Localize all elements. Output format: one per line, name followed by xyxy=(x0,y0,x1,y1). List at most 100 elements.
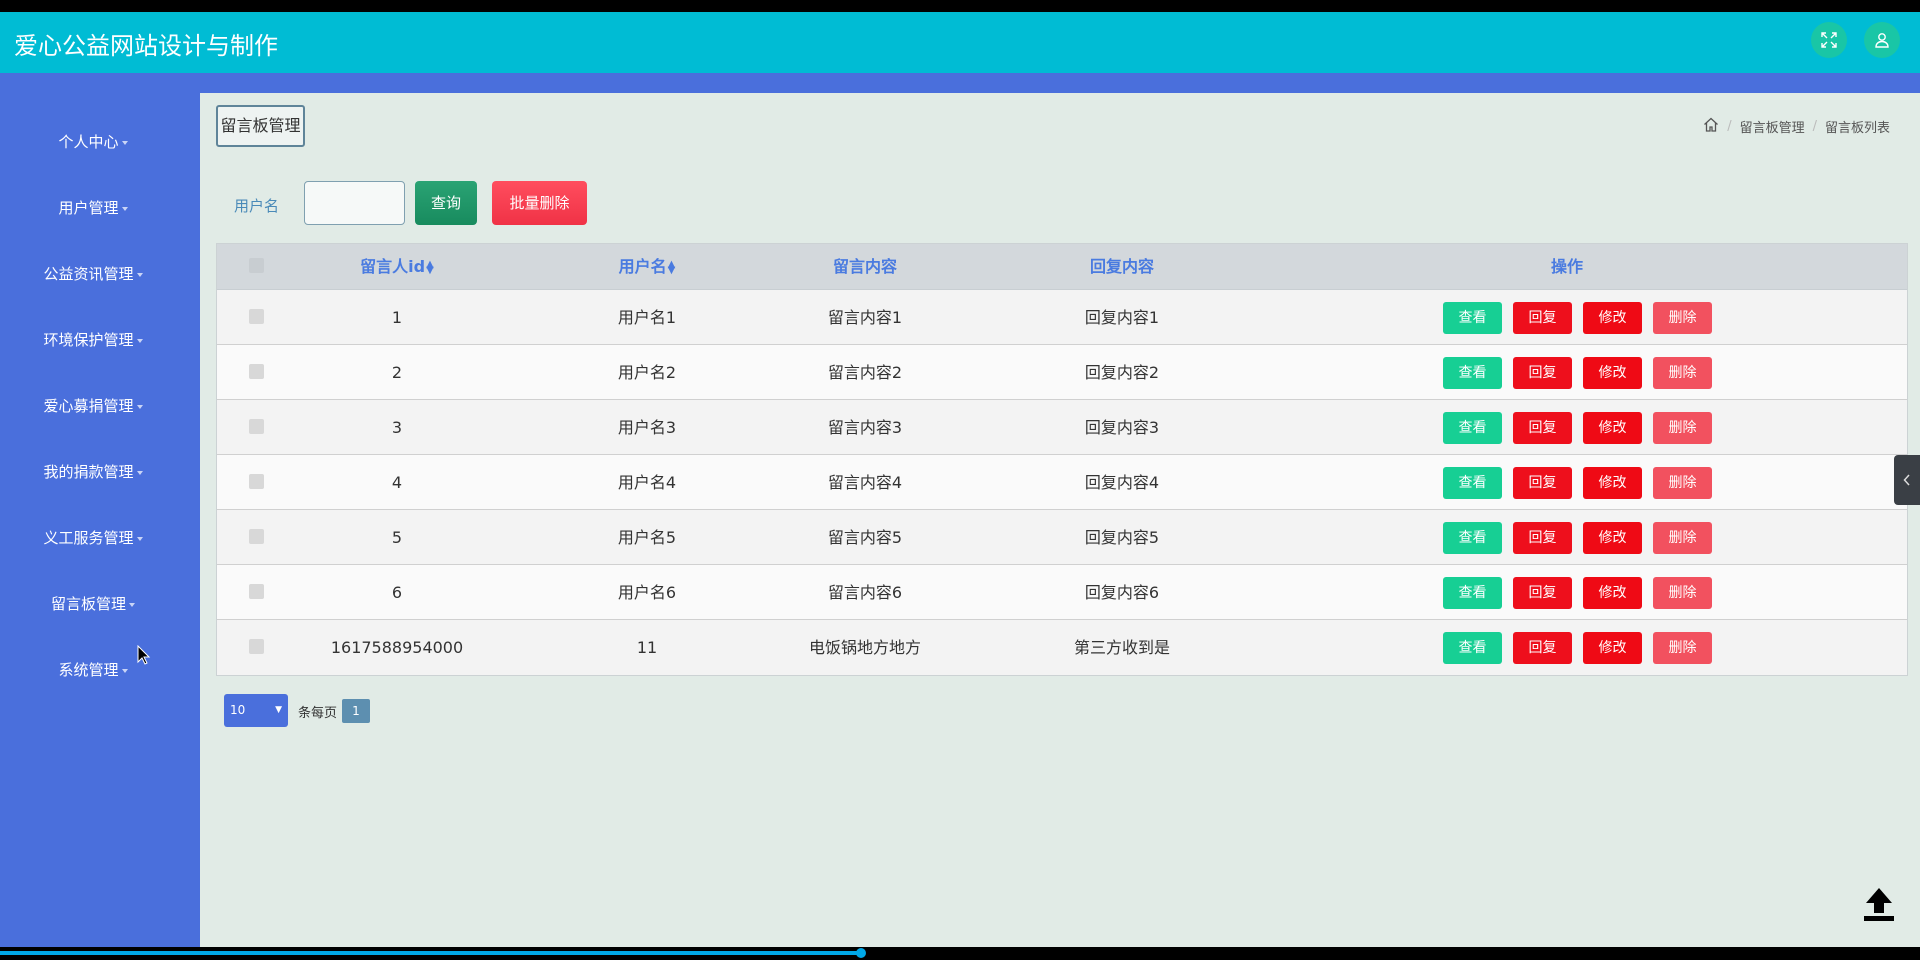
table-row: 3 用户名3 留言内容3 回复内容3 查看 回复 修改 删除 xyxy=(217,400,1907,455)
edit-button[interactable]: 修改 xyxy=(1583,357,1642,389)
edit-button[interactable]: 修改 xyxy=(1583,467,1642,499)
edit-button[interactable]: 修改 xyxy=(1583,302,1642,334)
sidebar-item-environment[interactable]: 环境保护管理 xyxy=(0,328,186,352)
cell-content: 留言内容4 xyxy=(827,473,903,492)
delete-button[interactable]: 删除 xyxy=(1653,577,1712,609)
edit-button[interactable]: 修改 xyxy=(1583,577,1642,609)
sort-icon[interactable]: ▲ ▼ xyxy=(668,259,676,275)
view-button[interactable]: 查看 xyxy=(1443,302,1502,334)
column-header-id[interactable]: 留言人id▲ ▼ xyxy=(347,244,447,290)
cell-reply: 回复内容4 xyxy=(1084,473,1160,492)
collapse-panel-toggle[interactable] xyxy=(1894,455,1920,505)
reply-button[interactable]: 回复 xyxy=(1513,632,1572,664)
row-checkbox[interactable] xyxy=(249,584,264,599)
table-row: 1617588954000 11 电饭锅地方地方 第三方收到是 查看 回复 修改 删除 xyxy=(217,620,1907,675)
sidebar-item-news[interactable]: 公益资讯管理 xyxy=(0,262,186,286)
row-checkbox[interactable] xyxy=(249,364,264,379)
row-checkbox[interactable] xyxy=(249,419,264,434)
sidebar-item-my-donations[interactable]: 我的捐款管理 xyxy=(0,460,186,484)
column-header-actions: 操作 xyxy=(1550,257,1583,276)
app-title: 爱心公益网站设计与制作 xyxy=(14,32,278,60)
cell-id: 3 xyxy=(391,418,403,437)
edit-button[interactable]: 修改 xyxy=(1583,632,1642,664)
view-button[interactable]: 查看 xyxy=(1443,357,1502,389)
cell-id: 4 xyxy=(391,473,403,492)
cell-id: 5 xyxy=(391,528,403,547)
cell-content: 电饭锅地方地方 xyxy=(808,638,921,657)
sidebar: 个人中心 用户管理 公益资讯管理 环境保护管理 爱心募捐管理 我的捐款管理 义工… xyxy=(0,93,200,947)
per-page-label: 条每页 xyxy=(298,706,338,721)
sidebar-item-message-board[interactable]: 留言板管理 xyxy=(0,592,186,616)
caret-down-icon: ▼ xyxy=(275,705,282,715)
delete-button[interactable]: 删除 xyxy=(1653,302,1712,334)
reply-button[interactable]: 回复 xyxy=(1513,577,1572,609)
column-header-username[interactable]: 用户名▲ ▼ xyxy=(597,244,697,290)
back-to-top-icon[interactable] xyxy=(1860,884,1898,924)
delete-button[interactable]: 删除 xyxy=(1653,357,1712,389)
view-button[interactable]: 查看 xyxy=(1443,467,1502,499)
chevron-down-icon xyxy=(136,272,143,277)
sidebar-item-fundraising[interactable]: 爱心募捐管理 xyxy=(0,394,186,418)
chevron-down-icon xyxy=(136,338,143,343)
video-progress-bar[interactable] xyxy=(0,951,860,955)
cell-content: 留言内容5 xyxy=(827,528,903,547)
sidebar-item-user-management[interactable]: 用户管理 xyxy=(0,196,186,220)
fullscreen-icon[interactable] xyxy=(1811,22,1847,58)
row-checkbox[interactable] xyxy=(249,639,264,654)
edit-button[interactable]: 修改 xyxy=(1583,522,1642,554)
reply-button[interactable]: 回复 xyxy=(1513,522,1572,554)
sidebar-item-volunteer[interactable]: 义工服务管理 xyxy=(0,526,186,550)
video-progress-handle[interactable] xyxy=(856,948,866,958)
view-button[interactable]: 查看 xyxy=(1443,632,1502,664)
user-icon[interactable] xyxy=(1864,22,1900,58)
cell-id: 1 xyxy=(391,308,403,327)
delete-button[interactable]: 删除 xyxy=(1653,522,1712,554)
search-username-input[interactable] xyxy=(304,181,405,225)
cell-id: 2 xyxy=(391,363,403,382)
cell-username: 用户名2 xyxy=(617,363,677,382)
table-row: 6 用户名6 留言内容6 回复内容6 查看 回复 修改 删除 xyxy=(217,565,1907,620)
sidebar-item-personal-center[interactable]: 个人中心 xyxy=(0,130,186,154)
column-header-reply: 回复内容 xyxy=(1089,257,1154,276)
cell-username: 用户名1 xyxy=(617,308,677,327)
delete-button[interactable]: 删除 xyxy=(1653,467,1712,499)
cell-content: 留言内容1 xyxy=(827,308,903,327)
table-row: 2 用户名2 留言内容2 回复内容2 查看 回复 修改 删除 xyxy=(217,345,1907,400)
query-button[interactable]: 查询 xyxy=(415,181,477,225)
view-button[interactable]: 查看 xyxy=(1443,412,1502,444)
reply-button[interactable]: 回复 xyxy=(1513,412,1572,444)
delete-button[interactable]: 删除 xyxy=(1653,632,1712,664)
search-username-label: 用户名 xyxy=(234,197,280,215)
breadcrumb-separator: / xyxy=(1812,119,1817,134)
chevron-down-icon xyxy=(136,404,143,409)
home-icon[interactable] xyxy=(1703,117,1719,136)
cell-username: 用户名3 xyxy=(617,418,677,437)
view-button[interactable]: 查看 xyxy=(1443,577,1502,609)
breadcrumb: / 留言板管理 / 留言板列表 xyxy=(1703,117,1890,136)
row-checkbox[interactable] xyxy=(249,529,264,544)
breadcrumb-item[interactable]: 留言板管理 xyxy=(1740,117,1805,136)
view-button[interactable]: 查看 xyxy=(1443,522,1502,554)
cell-username: 11 xyxy=(636,638,658,657)
row-checkbox[interactable] xyxy=(249,309,264,324)
row-checkbox[interactable] xyxy=(249,474,264,489)
cell-id: 1617588954000 xyxy=(330,638,464,657)
batch-delete-button[interactable]: 批量删除 xyxy=(492,181,587,225)
sort-icon[interactable]: ▲ ▼ xyxy=(426,259,434,275)
message-table: 留言人id▲ ▼ 用户名▲ ▼ 留言内容 回复内容 操作 1 用户名1 留言内容1 回复内… xyxy=(216,243,1908,676)
reply-button[interactable]: 回复 xyxy=(1513,467,1572,499)
page-button-current[interactable]: 1 xyxy=(342,699,370,723)
breadcrumb-item: 留言板列表 xyxy=(1824,121,1890,136)
cell-username: 用户名4 xyxy=(617,473,677,492)
delete-button[interactable]: 删除 xyxy=(1653,412,1712,444)
reply-button[interactable]: 回复 xyxy=(1513,302,1572,334)
edit-button[interactable]: 修改 xyxy=(1583,412,1642,444)
cell-username: 用户名5 xyxy=(617,528,677,547)
cell-reply: 第三方收到是 xyxy=(1073,638,1170,657)
select-all-checkbox[interactable] xyxy=(249,258,264,273)
reply-button[interactable]: 回复 xyxy=(1513,357,1572,389)
page-size-select[interactable]: 10 ▼ xyxy=(224,694,288,727)
cell-reply: 回复内容3 xyxy=(1084,418,1160,437)
sidebar-item-system[interactable]: 系统管理 xyxy=(0,658,186,682)
page-title: 留言板管理 xyxy=(216,105,305,147)
